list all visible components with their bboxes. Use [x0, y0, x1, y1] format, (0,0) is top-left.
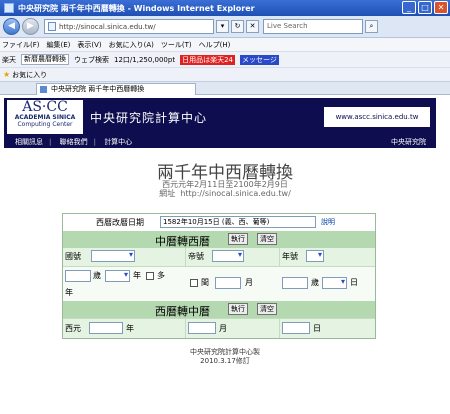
w2c-year-label: 年	[126, 324, 134, 333]
w2c-clear-button[interactable]: 清空	[257, 303, 277, 315]
menu-help[interactable]: ヘルプ(H)	[199, 40, 231, 50]
forward-button[interactable]: ▶	[22, 18, 39, 35]
c2w-month-label: 月	[245, 278, 253, 287]
emperor-select[interactable]	[212, 250, 244, 262]
address-row: ◀ ▶ http://sinocal.sinica.edu.tw/ ▾ ↻ ✕ …	[0, 16, 450, 38]
window-controls: _ □ ✕	[402, 1, 448, 14]
w2c-day-input[interactable]	[282, 322, 310, 334]
back-button[interactable]: ◀	[3, 18, 20, 35]
w2c-date-row: 西元 年 月 日	[63, 318, 375, 338]
c2w-day-input[interactable]	[282, 277, 308, 289]
c2w-day-select[interactable]	[322, 277, 347, 289]
nav-item-center[interactable]: 計算中心	[101, 138, 135, 146]
window-title: 中央研究院 兩千年中西曆轉換 - Windows Internet Explor…	[18, 3, 255, 13]
c2w-yearday-label: 歲	[93, 271, 101, 280]
rakuten-toolbar: 楽天 新暦農暦轉換 ウェブ検索 12口/1,250,000pt 日用品は楽天24…	[0, 51, 450, 67]
c2w-many-checkbox[interactable]	[146, 272, 154, 280]
c2w-many-label: 多	[157, 271, 165, 280]
window-titlebar: 中央研究院 兩千年中西曆轉換 - Windows Internet Explor…	[0, 0, 450, 16]
c2w-year-label-2: 年	[65, 288, 73, 297]
rakuten-logo[interactable]: 楽天	[2, 55, 16, 65]
explain-link[interactable]: 說明	[321, 217, 335, 227]
site-address: 網址 http://sinocal.sinica.edu.tw/	[159, 189, 291, 198]
w2c-month-label: 月	[219, 324, 227, 333]
web-search-button[interactable]: ウェブ検索	[74, 55, 109, 65]
menu-edit[interactable]: 編集(E)	[47, 40, 71, 50]
nav-item-contact[interactable]: 聯絡我們	[57, 138, 91, 146]
messenger-button[interactable]: メッセージ	[240, 54, 279, 65]
nav-item-sinica[interactable]: 中央研究院	[391, 136, 426, 148]
toolbar-search-field[interactable]: 新暦農暦轉換	[21, 54, 69, 65]
page-content: AS·CC ACADEMIA SINICA Computing Center 中…	[0, 95, 450, 414]
menu-bar: ファイル(F) 編集(E) 表示(V) お気に入り(A) ツール(T) ヘルプ(…	[0, 38, 450, 51]
tab-label: 中央研究院 兩千年中西曆轉換	[51, 85, 145, 93]
menu-favorites[interactable]: お気に入り(A)	[109, 40, 154, 50]
menu-tools[interactable]: ツール(T)	[161, 40, 192, 50]
c2w-title: 中曆轉西曆	[155, 235, 210, 248]
favorites-star-icon[interactable]: ★	[3, 70, 10, 79]
c2w-year-input[interactable]	[65, 270, 91, 282]
minimize-button[interactable]: _	[402, 1, 416, 14]
w2c-title: 西曆轉中曆	[155, 305, 210, 318]
c2w-header: 中曆轉西曆 執行 清空	[63, 231, 375, 248]
era-label: 年號	[282, 252, 298, 261]
w2c-run-button[interactable]: 執行	[228, 303, 248, 315]
close-button[interactable]: ✕	[434, 1, 448, 14]
c2w-clear-button[interactable]: 清空	[257, 233, 277, 245]
c2w-month-input[interactable]	[215, 277, 241, 289]
search-input[interactable]: Live Search	[263, 19, 363, 34]
reform-row: 西曆改曆日期 1582年10月15日 (義、西、葡等) 說明	[63, 214, 375, 231]
tab-row: 中央研究院 兩千年中西曆轉換	[0, 81, 450, 95]
menu-file[interactable]: ファイル(F)	[2, 40, 40, 50]
c2w-yearnum-select[interactable]	[105, 270, 130, 282]
c2w-dayunit-label: 歲	[311, 278, 319, 287]
reform-date-select[interactable]: 1582年10月15日 (義、西、葡等)	[160, 216, 316, 228]
c2w-date-row: 歲 年 多 年 閏 月 歲 日	[63, 266, 375, 301]
banner-url[interactable]: www.ascc.sinica.edu.tw	[324, 107, 430, 127]
banner-title: 中央研究院計算中心	[90, 111, 208, 125]
calendar-converter: 西曆改曆日期 1582年10月15日 (義、西、葡等) 說明 中曆轉西曆 執行 …	[62, 213, 376, 339]
ad-label: 西元	[65, 324, 81, 333]
w2c-header: 西曆轉中曆 執行 清空	[63, 301, 375, 318]
refresh-button[interactable]: ↻	[231, 20, 244, 33]
site-nav: 相關訊息 | 聯絡我們 | 計算中心 中央研究院	[4, 136, 436, 148]
w2c-year-input[interactable]	[89, 322, 123, 334]
points-display[interactable]: 12口/1,250,000pt	[114, 55, 175, 65]
era-select[interactable]	[306, 250, 324, 262]
promo-button[interactable]: 日用品は楽天24	[180, 54, 236, 65]
w2c-month-input[interactable]	[188, 322, 216, 334]
go-dropdown-button[interactable]: ▾	[216, 20, 229, 33]
reform-label: 西曆改曆日期	[96, 218, 144, 227]
address-url: http://sinocal.sinica.edu.tw/	[59, 22, 156, 31]
c2w-run-button[interactable]: 執行	[228, 233, 248, 245]
favorites-label[interactable]: お気に入り	[12, 70, 47, 80]
tab-page-icon	[40, 86, 47, 93]
favorites-bar: ★ お気に入り	[0, 67, 450, 81]
emperor-label: 帝號	[188, 252, 204, 261]
page-icon	[48, 22, 56, 31]
leap-label: 閏	[201, 278, 209, 287]
menu-view[interactable]: 表示(V)	[77, 40, 101, 50]
nav-item-news[interactable]: 相關訊息	[12, 138, 46, 146]
footer-revision: 2010.3.17修訂	[200, 357, 250, 365]
stop-button[interactable]: ✕	[246, 20, 259, 33]
c2w-era-row: 國號 帝號 年號	[63, 248, 375, 266]
dynasty-select[interactable]	[91, 250, 135, 262]
w2c-day-label: 日	[313, 324, 321, 333]
tab-active[interactable]: 中央研究院 兩千年中西曆轉換	[36, 83, 196, 95]
site-banner: AS·CC ACADEMIA SINICA Computing Center 中…	[4, 98, 436, 136]
search-icon[interactable]: ⌕	[365, 20, 378, 33]
c2w-year-label: 年	[133, 271, 141, 280]
c2w-day-label: 日	[350, 278, 358, 287]
maximize-button[interactable]: □	[418, 1, 432, 14]
ie-icon	[4, 3, 14, 13]
leap-month-checkbox[interactable]	[190, 279, 198, 287]
ascc-logo[interactable]: AS·CC ACADEMIA SINICA Computing Center	[7, 100, 83, 134]
dynasty-label: 國號	[65, 252, 81, 261]
address-bar[interactable]: http://sinocal.sinica.edu.tw/	[44, 19, 214, 34]
